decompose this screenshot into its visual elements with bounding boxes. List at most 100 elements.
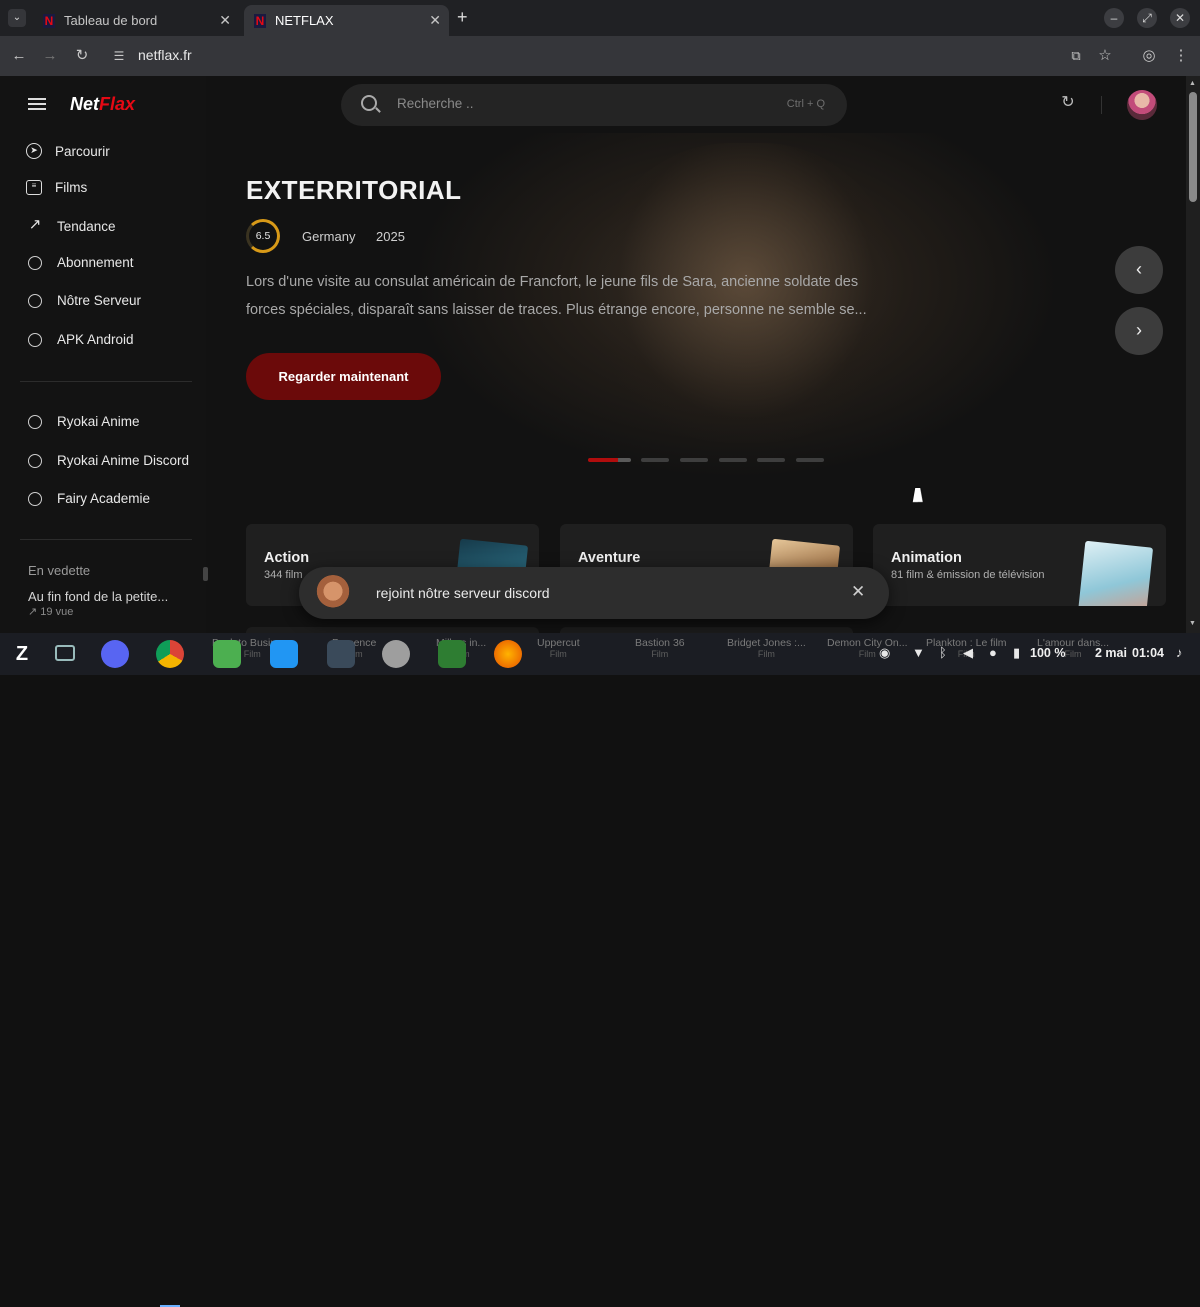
- discord-toast: rejoint nôtre serveur discord ✕: [299, 567, 889, 619]
- discord-icon[interactable]: [101, 640, 129, 668]
- tab-netflax[interactable]: N NETFLAX ✕: [244, 5, 449, 36]
- scroll-thumb[interactable]: [1189, 92, 1197, 202]
- menu-kebab-icon[interactable]: ⋮: [1171, 46, 1191, 66]
- carousel-dot[interactable]: [680, 458, 708, 462]
- featured-scrollbar[interactable]: [203, 567, 208, 581]
- scroll-up-icon[interactable]: ▲: [1189, 80, 1196, 87]
- sidebar-divider: [20, 381, 192, 382]
- profile-icon[interactable]: ◎: [1139, 46, 1159, 66]
- bluetooth-icon[interactable]: ᛒ: [939, 645, 947, 660]
- terminal-icon[interactable]: [327, 640, 355, 668]
- taskbar-ghost-item: Bridget Jones :... Film: [727, 637, 806, 659]
- files-icon[interactable]: [213, 640, 241, 668]
- sidebar-item-label: Nôtre Serveur: [57, 293, 142, 308]
- tab-search-dropdown-icon[interactable]: ⌄: [8, 9, 26, 27]
- circle-icon: [28, 293, 42, 308]
- sidebar-item-tendance[interactable]: ↗ Tendance: [26, 217, 116, 235]
- sidebar: NetFlax ➤ Parcourir ≡ Films ↗ Tendance A…: [0, 76, 208, 633]
- sidebar-link-label: Ryokai Anime: [57, 414, 140, 429]
- install-app-icon[interactable]: ⧉: [1066, 46, 1086, 66]
- sidebar-link-ryokai-anime[interactable]: Ryokai Anime: [26, 414, 140, 429]
- close-tab-icon[interactable]: ✕: [219, 12, 231, 29]
- zorin-menu-icon[interactable]: Z: [8, 640, 36, 668]
- back-arrow-icon[interactable]: ←: [9, 46, 29, 66]
- circle-icon: [28, 332, 42, 347]
- carousel-dot[interactable]: [757, 458, 785, 462]
- trending-icon: ↗: [28, 216, 42, 233]
- sidebar-item-notre-serveur[interactable]: Nôtre Serveur: [26, 293, 141, 308]
- ghost-title: Demon City On...: [827, 637, 908, 649]
- workspaces-icon[interactable]: [55, 645, 75, 661]
- wifi-icon[interactable]: ▼: [912, 645, 925, 660]
- hero-prev-button[interactable]: ‹: [1115, 246, 1163, 294]
- discord-tray-icon[interactable]: ◉: [879, 645, 890, 661]
- refresh-icon[interactable]: ↻: [1059, 94, 1077, 112]
- sidebar-link-label: Fairy Academie: [57, 491, 151, 506]
- battery-level: 100 %: [1030, 646, 1066, 660]
- clock-time[interactable]: 01:04: [1132, 646, 1164, 660]
- sidebar-link-ryokai-anime-discord[interactable]: Ryokai Anime Discord: [26, 453, 189, 468]
- toast-message[interactable]: rejoint nôtre serveur discord: [376, 585, 550, 601]
- carousel-dot-active[interactable]: [588, 458, 631, 462]
- watch-now-button[interactable]: Regarder maintenant: [246, 353, 441, 400]
- sidebar-item-label: Parcourir: [55, 143, 110, 159]
- hero-next-button[interactable]: ›: [1115, 307, 1163, 355]
- featured-item-title[interactable]: Au fin fond de la petite...: [28, 589, 168, 604]
- carousel-dot[interactable]: [641, 458, 669, 462]
- chrome-icon[interactable]: [156, 640, 184, 668]
- restore-icon[interactable]: ⤢: [1137, 8, 1157, 28]
- carousel-dot[interactable]: [719, 458, 747, 462]
- new-tab-button[interactable]: +: [457, 7, 468, 28]
- genre-card-animation[interactable]: Animation 81 film & émission de télévisi…: [873, 524, 1166, 606]
- sidebar-item-parcourir[interactable]: ➤ Parcourir: [26, 143, 110, 159]
- netflax-logo[interactable]: NetFlax: [70, 94, 135, 115]
- close-icon[interactable]: ✕: [851, 582, 865, 602]
- page-scrollbar[interactable]: ▲ ▼: [1186, 76, 1200, 633]
- search-icon: [361, 95, 377, 111]
- sidebar-link-fairy-academie[interactable]: Fairy Academie: [26, 491, 150, 506]
- reload-icon[interactable]: ↻: [72, 46, 92, 66]
- sidebar-item-films[interactable]: ≡ Films: [26, 180, 87, 195]
- volume-icon[interactable]: ◀: [963, 645, 973, 661]
- trending-small-icon: ↗: [28, 606, 41, 618]
- system-monitor-icon[interactable]: [438, 640, 466, 668]
- battery-icon[interactable]: ▮: [1013, 645, 1020, 661]
- hamburger-menu-icon[interactable]: [28, 98, 46, 110]
- tab-tableau-de-bord[interactable]: N Tableau de bord ✕: [33, 5, 239, 36]
- chevron-right-icon: ›: [1136, 320, 1142, 340]
- hero-year: 2025: [376, 229, 405, 244]
- forward-arrow-icon[interactable]: →: [40, 46, 60, 66]
- os-taskbar: Back to BusinessFilm PresenceFilm Miller…: [0, 633, 1200, 1307]
- site-info-icon[interactable]: ☰: [109, 46, 129, 66]
- sidebar-item-label: APK Android: [57, 332, 134, 347]
- clock-date[interactable]: 2 mai: [1095, 646, 1127, 660]
- ghost-sub: Film: [757, 649, 775, 659]
- featured-heading: En vedette: [28, 563, 91, 578]
- close-window-icon[interactable]: ✕: [1170, 8, 1190, 28]
- carousel-dot[interactable]: [796, 458, 824, 462]
- user-avatar[interactable]: [1127, 90, 1157, 120]
- browser-toolbar: ← → ↻ ☰ netflax.fr ⧉ ☆ ◎ ⋮: [0, 36, 1200, 76]
- circle-icon: [28, 414, 42, 429]
- search-bar[interactable]: Ctrl + Q: [341, 84, 847, 126]
- close-tab-icon[interactable]: ✕: [429, 12, 441, 29]
- search-input[interactable]: [397, 96, 757, 111]
- hero-description: Lors d'une visite au consulat américain …: [246, 274, 867, 318]
- bookmark-star-icon[interactable]: ☆: [1095, 46, 1115, 66]
- sidebar-item-abonnement[interactable]: Abonnement: [26, 255, 134, 270]
- firefox-icon[interactable]: [494, 640, 522, 668]
- notifications-muted-icon[interactable]: ♪: [1176, 645, 1183, 660]
- browser-tabstrip: ⌄ N Tableau de bord ✕ N NETFLAX ✕ + – ⤢ …: [0, 0, 1200, 36]
- settings-gear-icon[interactable]: [382, 640, 410, 668]
- sidebar-item-apk-android[interactable]: APK Android: [26, 332, 134, 347]
- ghost-sub: Film: [651, 649, 669, 659]
- minimize-icon[interactable]: –: [1104, 8, 1124, 28]
- header-divider: [1101, 96, 1102, 114]
- browser-globe-icon[interactable]: [270, 640, 298, 668]
- scroll-down-icon[interactable]: ▼: [1189, 620, 1196, 627]
- logo-text-right: Flax: [99, 94, 136, 114]
- genre-count: 344 film: [264, 569, 303, 581]
- genre-count: 81 film & émission de télévision: [891, 569, 1045, 581]
- microphone-icon[interactable]: ●: [989, 645, 997, 660]
- address-bar[interactable]: netflax.fr: [138, 47, 192, 63]
